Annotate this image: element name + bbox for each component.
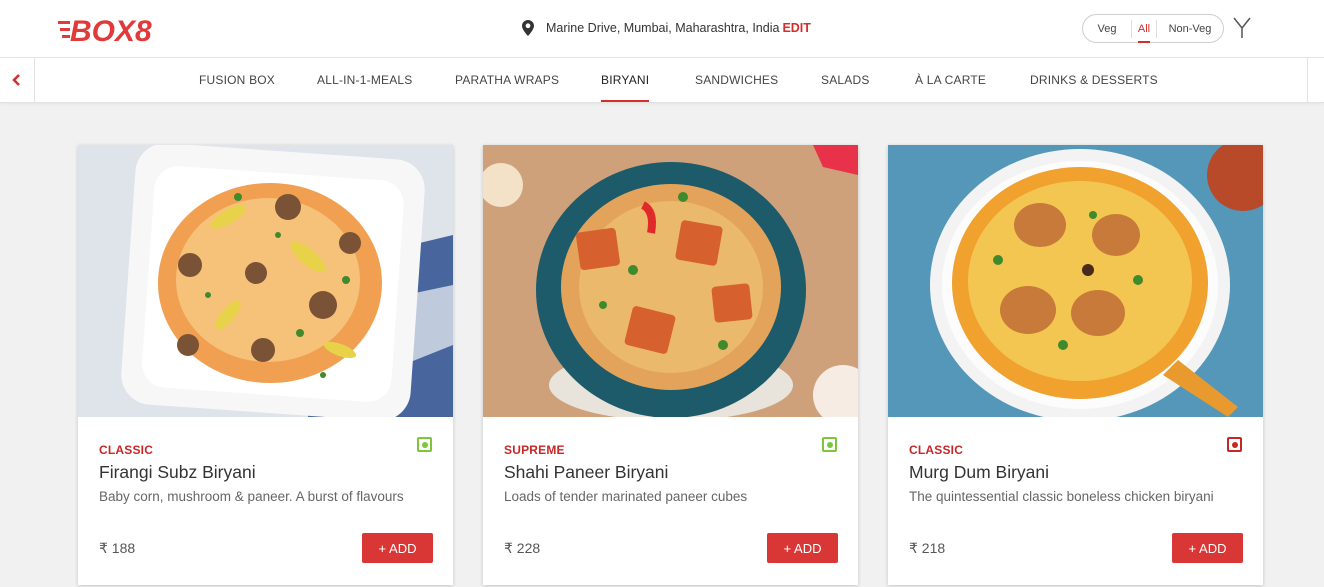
category-nav: FUSION BOX ALL-IN-1-MEALS PARATHA WRAPS … — [0, 58, 1324, 103]
tab-salads[interactable]: SALADS — [821, 58, 870, 102]
nav-scroll-right-button[interactable] — [1307, 58, 1324, 102]
product-price: ₹ 218 — [909, 540, 946, 556]
product-card: SUPREME Shahi Paneer Biryani Loads of te… — [483, 145, 858, 585]
diet-option-veg[interactable]: Veg — [1083, 15, 1131, 42]
product-card: CLASSIC Murg Dum Biryani The quintessent… — [888, 145, 1263, 585]
add-to-cart-button[interactable]: + ADD — [362, 533, 433, 563]
chevron-left-icon — [12, 74, 20, 86]
product-name: Murg Dum Biryani — [909, 462, 1050, 482]
diet-option-nonveg[interactable]: Non-Veg — [1157, 15, 1223, 42]
add-to-cart-button[interactable]: + ADD — [1172, 533, 1243, 563]
product-description: Baby corn, mushroom & paneer. A burst of… — [99, 489, 404, 504]
veg-indicator-icon — [417, 437, 432, 452]
diet-toggle: Veg All Non-Veg — [1082, 14, 1224, 43]
tab-paratha-wraps[interactable]: PARATHA WRAPS — [455, 58, 559, 102]
tab-drinks-desserts[interactable]: DRINKS & DESSERTS — [1030, 58, 1158, 102]
location-address: Marine Drive, Mumbai, Maharashtra, India — [546, 21, 780, 35]
product-description: Loads of tender marinated paneer cubes — [504, 489, 748, 504]
tab-sandwiches[interactable]: SANDWICHES — [695, 58, 778, 102]
product-image[interactable] — [78, 145, 453, 417]
filter-icon[interactable] — [1232, 16, 1252, 40]
product-price: ₹ 228 — [504, 540, 541, 556]
add-to-cart-button[interactable]: + ADD — [767, 533, 838, 563]
nonveg-indicator-icon — [1227, 437, 1242, 452]
map-pin-icon — [522, 20, 534, 36]
product-name: Shahi Paneer Biryani — [504, 462, 669, 482]
product-card: CLASSIC Firangi Subz Biryani Baby corn, … — [78, 145, 453, 585]
box8-logo[interactable]: BOX8 — [58, 6, 176, 52]
tab-biryani[interactable]: BIRYANI — [601, 58, 650, 102]
delivery-location: Marine Drive, Mumbai, Maharashtra, India… — [522, 20, 811, 36]
product-tier: CLASSIC — [909, 443, 964, 457]
tab-a-la-carte[interactable]: À LA CARTE — [915, 58, 986, 102]
tab-all-in-1-meals[interactable]: ALL-IN-1-MEALS — [317, 58, 413, 102]
tab-fusion-box[interactable]: FUSION BOX — [199, 58, 275, 102]
product-name: Firangi Subz Biryani — [99, 462, 256, 482]
top-header: BOX8 Marine Drive, Mumbai, Maharashtra, … — [0, 0, 1324, 58]
veg-indicator-icon — [822, 437, 837, 452]
diet-option-all[interactable]: All — [1131, 19, 1157, 43]
product-tier: CLASSIC — [99, 443, 154, 457]
product-tier: SUPREME — [504, 443, 565, 457]
nav-scroll-left-button[interactable] — [0, 58, 35, 102]
product-image[interactable] — [888, 145, 1263, 417]
edit-location-link[interactable]: EDIT — [782, 21, 810, 35]
product-image[interactable] — [483, 145, 858, 417]
product-description: The quintessential classic boneless chic… — [909, 489, 1214, 504]
logo-text: BOX8 — [70, 15, 152, 48]
product-price: ₹ 188 — [99, 540, 136, 556]
